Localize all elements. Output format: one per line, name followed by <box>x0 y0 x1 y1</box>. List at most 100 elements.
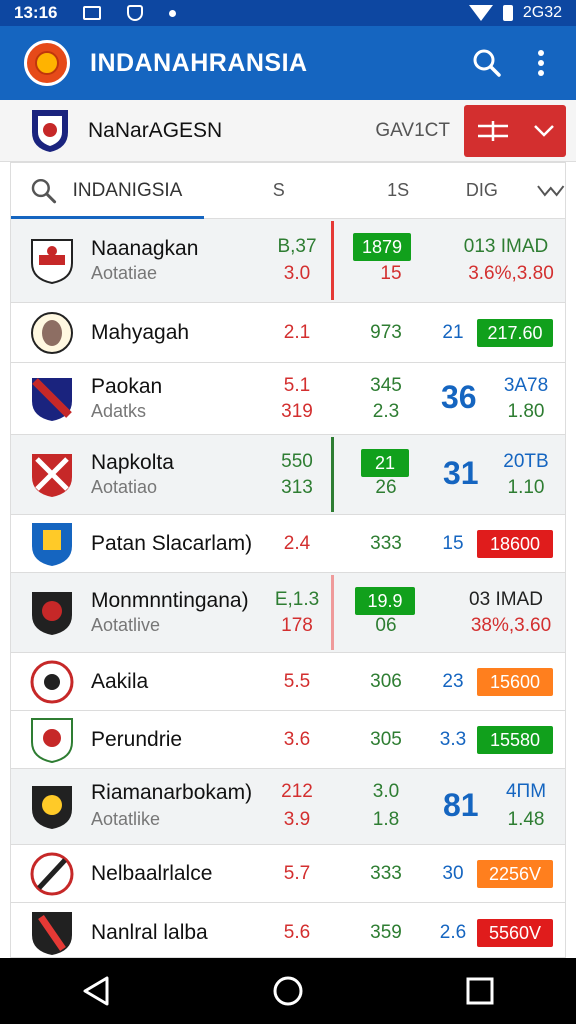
team-crest-icon <box>32 591 72 635</box>
table-row[interactable]: Monmnntingana) Aotatlive E,1.3 178 19.9 … <box>11 573 565 653</box>
table-row[interactable]: Naanagkan Aotatiae B,37 3.0 1879 15 013 … <box>11 219 565 303</box>
stat-value: 2.4 <box>283 533 311 554</box>
stat-value: 38%,3.60 <box>470 615 552 636</box>
stat-badge: 2256V <box>477 860 553 888</box>
team-name: Aakila <box>91 670 149 693</box>
table-row[interactable]: Perundrie 3.6 305 3.3 15580 <box>11 711 565 769</box>
team-crest-icon <box>31 311 73 354</box>
team-subtitle: Aotatiao <box>91 477 158 497</box>
search-icon <box>473 49 501 77</box>
filter-icon <box>477 120 508 141</box>
league-crest-icon <box>32 109 68 152</box>
stat-badge: 217.60 <box>477 319 553 347</box>
dot-icon <box>169 9 177 17</box>
stat-badge: 15580 <box>477 726 553 754</box>
group-tab[interactable]: INDANIGSIA <box>73 180 260 202</box>
stat-value: 30 <box>442 863 464 884</box>
column-header[interactable]: DIG <box>462 180 501 201</box>
chevron-down-icon[interactable] <box>536 183 566 199</box>
stat-value: 333 <box>370 533 402 554</box>
stat-value: 3A78 <box>503 375 549 396</box>
home-icon[interactable] <box>272 975 304 1007</box>
team-crest-icon <box>31 238 73 284</box>
recents-icon[interactable] <box>465 976 495 1006</box>
more-options-button[interactable] <box>514 36 568 90</box>
stat-value: 20TB <box>503 451 549 472</box>
stat-value: 5.1 <box>283 375 311 396</box>
team-name: Nelbaalrlalce <box>91 862 213 885</box>
search-button[interactable] <box>460 36 514 90</box>
stat-value: 26 <box>375 477 397 498</box>
league-header: NaNarAGESN GAV1CT <box>0 100 576 162</box>
stat-value: 5.7 <box>283 863 311 884</box>
table-header: INDANIGSIA S 1S DIG <box>11 163 565 219</box>
row-divider <box>331 221 334 300</box>
stat-value: 06 <box>375 615 397 636</box>
stat-badge: 15600 <box>477 668 553 696</box>
stat-value: 013 IMAD <box>463 236 549 257</box>
stat-value: B,37 <box>277 236 317 257</box>
column-header[interactable]: S <box>239 180 318 201</box>
stat-badge: 5560V <box>477 919 553 947</box>
row-divider <box>331 437 334 512</box>
stat-value-large: 36 <box>441 379 477 415</box>
stat-value: 550 <box>281 451 313 472</box>
team-subtitle: Adatks <box>91 401 147 421</box>
stat-value: 1.48 <box>507 809 545 830</box>
stat-value: 1.80 <box>507 401 545 422</box>
search-icon[interactable] <box>31 178 57 204</box>
team-crest-icon <box>30 852 74 895</box>
stat-value: 23 <box>442 671 464 692</box>
stat-value: 319 <box>281 401 313 422</box>
stat-value: 21 <box>442 322 464 343</box>
team-name: Mahyagah <box>91 321 190 344</box>
table-row[interactable]: Patan Slacarlam) 2.4 333 15 18600 <box>11 515 565 573</box>
stat-value: 2.3 <box>372 401 400 422</box>
team-subtitle: Aotatlive <box>91 615 161 635</box>
table-row[interactable]: Riamanarbokam) Aotatlike 212 3.9 3.0 1.8… <box>11 769 565 845</box>
team-subtitle: Aotatiae <box>91 263 158 283</box>
team-crest-icon <box>32 522 72 566</box>
league-round[interactable]: GAV1CT <box>375 120 450 142</box>
back-icon[interactable] <box>81 975 111 1007</box>
app-bar: INDANAHRANSIA <box>0 26 576 100</box>
stat-value: 345 <box>370 375 402 396</box>
stat-value: 3.6%,3.80 <box>468 263 554 284</box>
battery-icon <box>502 5 513 21</box>
column-header[interactable]: 1S <box>344 180 452 201</box>
stat-value: 212 <box>281 781 313 802</box>
network-label: 2G32 <box>522 4 562 21</box>
app-logo[interactable] <box>24 40 70 86</box>
table-row[interactable]: Aakila 5.5 306 23 15600 <box>11 653 565 711</box>
stat-value: 3.0 <box>283 263 311 284</box>
stat-value: 15 <box>380 263 402 284</box>
stat-value: 313 <box>281 477 313 498</box>
system-nav-bar <box>0 958 576 1024</box>
status-bar: 13:16 2G32 <box>0 0 576 26</box>
table-row[interactable]: Nanlral lalba 5.6 359 2.6 5560V <box>11 903 565 957</box>
table-row[interactable]: Nelbaalrlalce 5.7 333 30 2256V <box>11 845 565 903</box>
stat-badge: 1879 <box>353 233 411 261</box>
table-row[interactable]: Mahyagah 2.1 973 21 217.60 <box>11 303 565 363</box>
team-name: Paokan <box>91 375 163 398</box>
stat-value: 178 <box>281 615 313 636</box>
team-name: Nanlral lalba <box>91 921 208 944</box>
stat-value: 2.1 <box>283 322 311 343</box>
filter-button[interactable] <box>464 104 566 157</box>
stat-value: 5.6 <box>283 922 311 943</box>
standings-table: INDANIGSIA S 1S DIG Naanagkan Aotatiae B… <box>10 162 566 958</box>
table-row[interactable]: Paokan Adatks 5.1 319 345 2.3 36 3A78 1.… <box>11 363 565 435</box>
stat-value: 15 <box>442 533 464 554</box>
stat-value: E,1.3 <box>274 589 320 610</box>
team-subtitle: Aotatlike <box>91 809 161 829</box>
league-name: NaNarAGESN <box>88 118 223 142</box>
stat-value: 5.5 <box>283 671 311 692</box>
status-time: 13:16 <box>14 3 58 22</box>
team-name: Perundrie <box>91 728 183 751</box>
more-vert-icon <box>538 50 544 76</box>
stat-value: 3.9 <box>283 809 311 830</box>
stat-value: 3.6 <box>283 729 311 750</box>
table-row[interactable]: Napkolta Aotatiao 550 313 21 26 31 20TB … <box>11 435 565 515</box>
stat-value: 1.8 <box>372 809 400 830</box>
team-crest-icon <box>31 717 73 763</box>
